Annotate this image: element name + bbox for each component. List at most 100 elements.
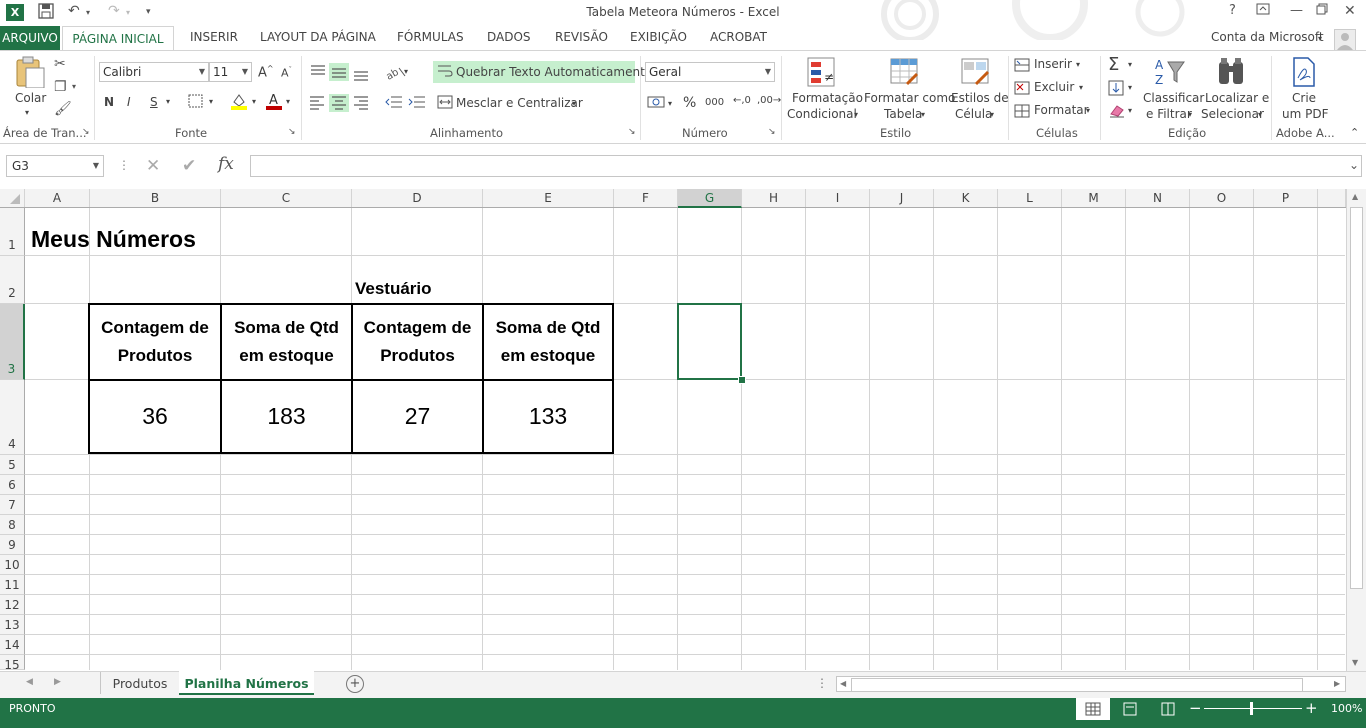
format-as-table-label-2[interactable]: Tabela — [884, 107, 922, 121]
merge-center-label[interactable]: Mesclar e Centralizar — [456, 96, 583, 110]
conditional-dropdown-icon[interactable]: ▾ — [854, 110, 858, 119]
paste-label[interactable]: Colar — [15, 91, 46, 105]
copy-icon[interactable]: ❐ — [54, 79, 67, 95]
row-header-15[interactable]: 15 — [0, 655, 25, 670]
font-color-icon[interactable]: A — [265, 92, 283, 113]
name-box[interactable]: G3 ▼ — [6, 155, 104, 177]
column-header-a[interactable]: A — [25, 189, 90, 207]
decrease-indent-icon[interactable] — [385, 95, 403, 112]
sort-dropdown-icon[interactable]: ▾ — [1188, 110, 1192, 119]
column-header-n[interactable]: N — [1126, 189, 1190, 207]
cell-styles-icon[interactable] — [960, 56, 992, 88]
find-select-icon[interactable] — [1216, 56, 1248, 88]
scroll-right-icon[interactable]: ▶ — [1334, 679, 1340, 688]
tab-split-grip-icon[interactable]: ⋮ — [816, 676, 828, 690]
orientation-dropdown-icon[interactable]: ▾ — [404, 67, 408, 76]
table-value-cell[interactable]: 36 — [90, 381, 220, 452]
fill-handle[interactable] — [738, 376, 746, 384]
clear-dropdown-icon[interactable]: ▾ — [1128, 106, 1132, 115]
scroll-down-icon[interactable]: ▼ — [1352, 658, 1358, 667]
fill-dropdown-icon[interactable]: ▾ — [1128, 83, 1132, 92]
tab-formulas[interactable]: FÓRMULAS — [397, 30, 464, 44]
table-header-cell[interactable]: Soma de Qtd em estoque — [484, 305, 612, 379]
table-header-cell[interactable]: Contagem de Produtos — [90, 305, 220, 379]
delete-cells-label[interactable]: Excluir — [1034, 80, 1074, 94]
insert-dropdown-icon[interactable]: ▾ — [1076, 60, 1080, 69]
increase-font-icon[interactable]: A^ — [258, 64, 274, 80]
insert-cells-icon[interactable] — [1014, 58, 1030, 75]
zoom-out-icon[interactable]: − — [1189, 699, 1202, 717]
cell-styles-label-1[interactable]: Estilos de — [951, 91, 1009, 105]
select-all-corner[interactable] — [0, 189, 25, 207]
chevron-down-icon[interactable]: ▼ — [93, 156, 99, 176]
account-dropdown-icon[interactable]: ▾ — [1318, 34, 1322, 43]
format-cells-icon[interactable] — [1014, 104, 1030, 121]
format-cells-label[interactable]: Formatar — [1034, 103, 1089, 117]
fill-icon[interactable] — [1108, 80, 1124, 99]
horizontal-align-icons[interactable] — [308, 93, 378, 113]
conditional-formatting-icon[interactable]: ≠ — [806, 56, 838, 88]
row-header-4[interactable]: 4 — [0, 380, 25, 455]
clipboard-launcher-icon[interactable]: ↘ — [82, 127, 90, 137]
add-sheet-icon[interactable]: + — [346, 675, 364, 693]
scroll-left-icon[interactable]: ◀ — [840, 679, 846, 688]
horizontal-scroll-thumb[interactable] — [851, 678, 1303, 692]
row-header-12[interactable]: 12 — [0, 595, 25, 615]
currency-format-icon[interactable] — [647, 94, 667, 113]
tab-acrobat[interactable]: ACROBAT — [710, 30, 767, 44]
thousands-button[interactable]: 000 — [705, 97, 724, 108]
format-as-table-label-1[interactable]: Formatar como — [864, 91, 955, 105]
column-header-g[interactable]: G — [678, 189, 742, 208]
format-painter-icon[interactable]: 🖌 — [54, 101, 72, 117]
cut-icon[interactable]: ✂ — [54, 56, 66, 72]
decrease-font-icon[interactable]: Aˇ — [281, 66, 292, 80]
currency-dropdown-icon[interactable]: ▾ — [668, 99, 672, 108]
cell-styles-label-2[interactable]: Célula — [955, 107, 992, 121]
delete-cells-icon[interactable] — [1014, 81, 1030, 98]
selected-cell[interactable] — [677, 303, 742, 380]
create-pdf-label-2[interactable]: um PDF — [1282, 107, 1329, 121]
table-header-cell[interactable]: Contagem de Produtos — [353, 305, 482, 379]
autosum-icon[interactable]: Σ — [1108, 54, 1119, 75]
merge-center-icon[interactable] — [437, 95, 453, 112]
borders-icon[interactable] — [188, 94, 204, 111]
create-pdf-icon[interactable] — [1288, 56, 1320, 88]
group-header-cell[interactable]: Vestuário — [355, 279, 432, 299]
italic-button[interactable]: I — [127, 95, 131, 109]
sheet-tab-planilha-numeros[interactable]: Planilha Números — [179, 672, 314, 695]
cell-styles-dropdown-icon[interactable]: ▾ — [990, 110, 994, 119]
column-header-h[interactable]: H — [742, 189, 806, 207]
help-button[interactable]: ? — [1229, 3, 1236, 18]
increase-indent-icon[interactable] — [408, 95, 426, 112]
find-select-label-2[interactable]: Selecionar — [1201, 107, 1264, 121]
conditional-formatting-label-2[interactable]: Condicional — [787, 107, 857, 121]
number-format-select[interactable]: Geral ▼ — [645, 62, 775, 82]
font-launcher-icon[interactable]: ↘ — [288, 127, 296, 137]
column-header-e[interactable]: E — [483, 189, 614, 207]
percent-button[interactable]: % — [683, 95, 696, 111]
table-value-cell[interactable]: 133 — [484, 381, 612, 452]
account-link[interactable]: Conta da Microsoft — [1211, 30, 1324, 44]
delete-dropdown-icon[interactable]: ▾ — [1079, 83, 1083, 92]
ribbon-display-options-icon[interactable] — [1256, 3, 1270, 19]
row-header-13[interactable]: 13 — [0, 615, 25, 635]
font-size-select[interactable]: 11 ▼ — [209, 62, 252, 82]
find-dropdown-icon[interactable]: ▾ — [1258, 110, 1262, 119]
column-header-p[interactable]: P — [1254, 189, 1318, 207]
decrease-decimal-icon[interactable]: ,00→ — [757, 95, 781, 106]
paste-dropdown-icon[interactable]: ▾ — [25, 108, 29, 117]
table-header-cell[interactable]: Soma de Qtd em estoque — [222, 305, 351, 379]
enter-icon[interactable]: ✔ — [182, 156, 196, 176]
column-header-d[interactable]: D — [352, 189, 483, 207]
row-header-7[interactable]: 7 — [0, 495, 25, 515]
zoom-in-icon[interactable]: + — [1305, 699, 1318, 717]
avatar[interactable] — [1334, 29, 1356, 51]
merge-dropdown-icon[interactable]: ▾ — [572, 99, 576, 108]
row-header-2[interactable]: 2 — [0, 256, 25, 304]
vertical-scrollbar[interactable]: ▲ ▼ — [1346, 189, 1366, 671]
scroll-tabs-left-icon[interactable]: ◀ — [26, 677, 33, 687]
table-value-cell[interactable]: 183 — [222, 381, 351, 452]
row-header-14[interactable]: 14 — [0, 635, 25, 655]
page-layout-view-icon[interactable] — [1122, 701, 1138, 720]
expand-formula-bar-icon[interactable]: ⌄ — [1349, 158, 1359, 172]
